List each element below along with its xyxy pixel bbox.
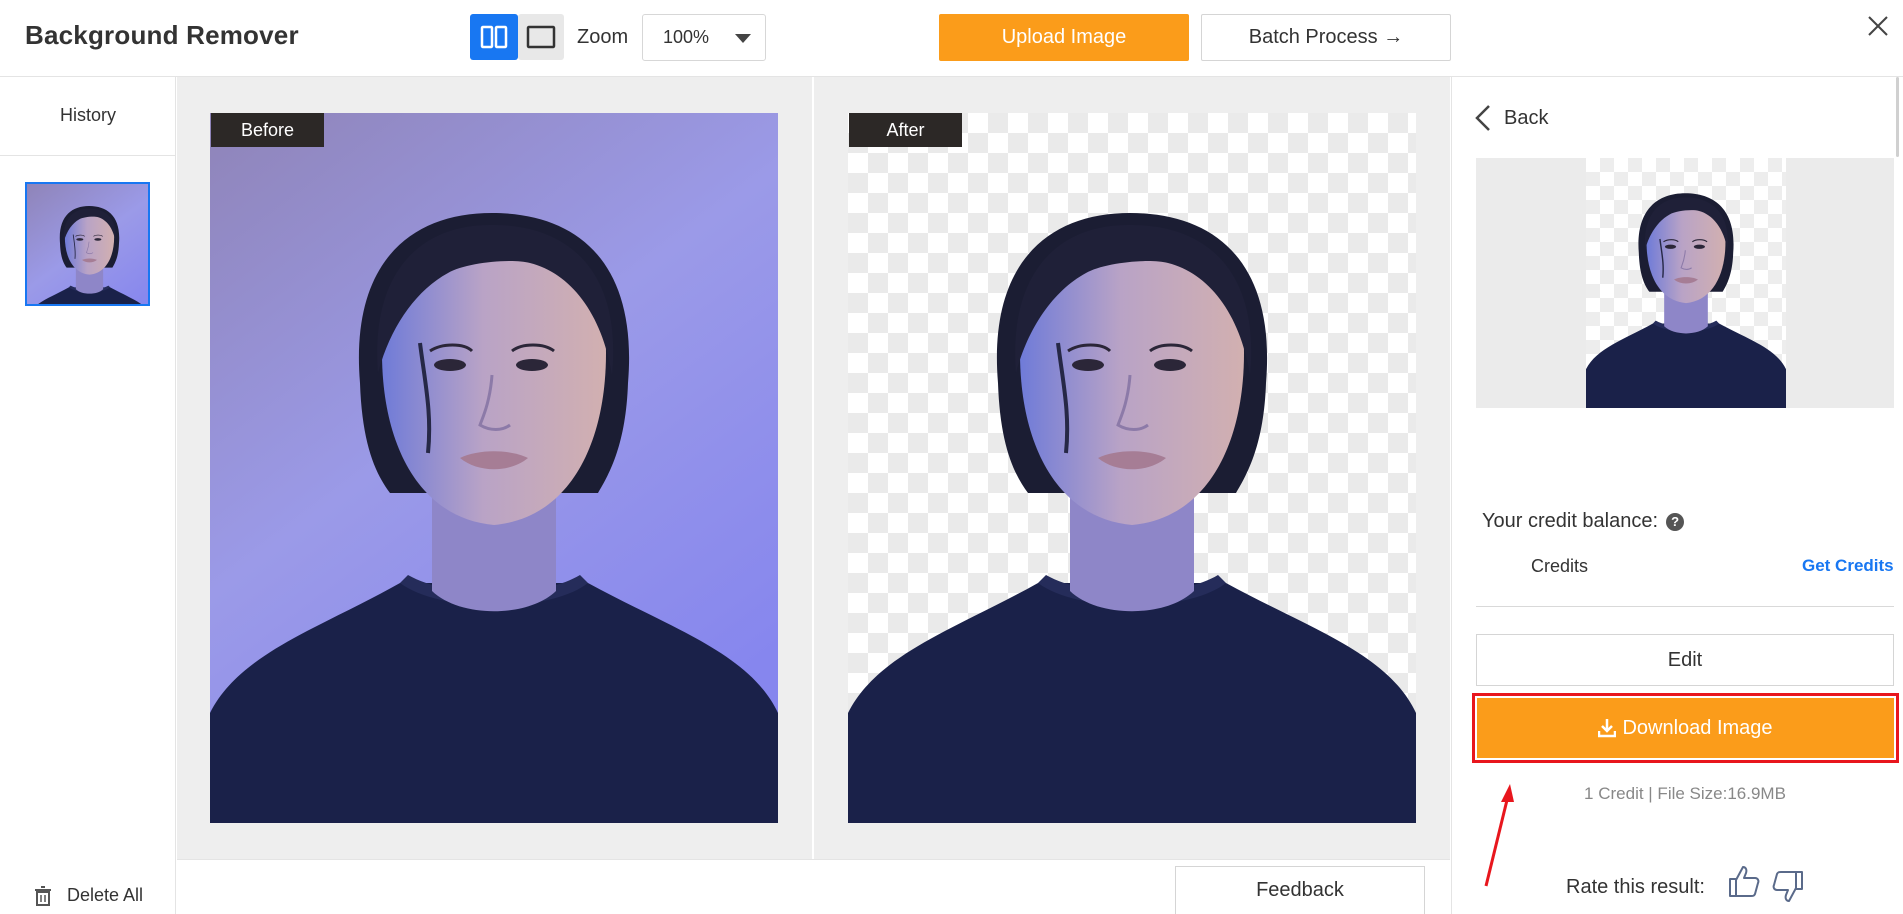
history-sidebar: History Delete All [0,77,176,914]
result-thumbnail [1586,158,1786,408]
after-portrait [848,211,1416,823]
before-tag: Before [211,113,324,147]
close-icon [1868,16,1888,36]
portrait-thumbnail-image [27,184,148,304]
download-label: Download Image [1622,716,1773,739]
split-view-button[interactable] [470,14,518,60]
after-image [848,113,1416,823]
panel-divider [1476,606,1894,607]
trash-icon [35,885,51,906]
history-divider [0,155,176,156]
history-thumbnail[interactable] [25,182,150,306]
chevron-left-icon [1475,105,1490,131]
edit-button[interactable]: Edit [1476,634,1894,686]
preview-divider [812,77,814,859]
batch-process-button[interactable]: Batch Process → [1201,14,1451,61]
download-icon [1598,719,1617,738]
feedback-button[interactable]: Feedback [1175,866,1425,914]
zoom-value: 100% [663,27,710,47]
single-view-icon [526,25,556,49]
arrow-annotation [1484,784,1514,887]
credit-balance-label: Your credit balance: ? [1482,510,1685,533]
back-button[interactable]: Back [1474,104,1548,132]
credits-count-label: Credits [1531,556,1589,576]
panel-scrollbar[interactable] [1896,77,1899,157]
dropdown-caret-icon [735,34,751,43]
split-view-icon [480,25,508,49]
after-tag: After [849,113,962,147]
history-label: History [59,105,116,125]
result-portrait [1586,192,1786,408]
help-icon[interactable]: ? [1666,512,1685,531]
download-image-button[interactable]: Download Image [1477,698,1894,758]
upload-image-button[interactable]: Upload Image [939,14,1189,61]
credit-balance-text: Your credit balance: [1482,510,1659,532]
get-credits-link[interactable]: Get Credits [1802,556,1894,576]
back-label: Back [1504,106,1549,129]
thumbs-down-icon[interactable] [1772,870,1804,904]
single-view-button[interactable] [518,14,564,60]
cost-info-text: 1 Credit | File Size:16.9MB [1584,784,1786,803]
before-image [210,113,778,823]
zoom-label: Zoom [577,26,629,48]
delete-all-button[interactable]: Delete All [33,885,143,906]
close-button[interactable] [1865,13,1891,39]
rate-result-label: Rate this result: [1566,876,1705,898]
app-title: Background Remover [25,20,299,50]
delete-all-label: Delete All [67,885,144,905]
zoom-select[interactable]: 100% [642,14,766,61]
before-portrait [210,113,778,823]
thumbs-up-icon[interactable] [1728,864,1760,898]
